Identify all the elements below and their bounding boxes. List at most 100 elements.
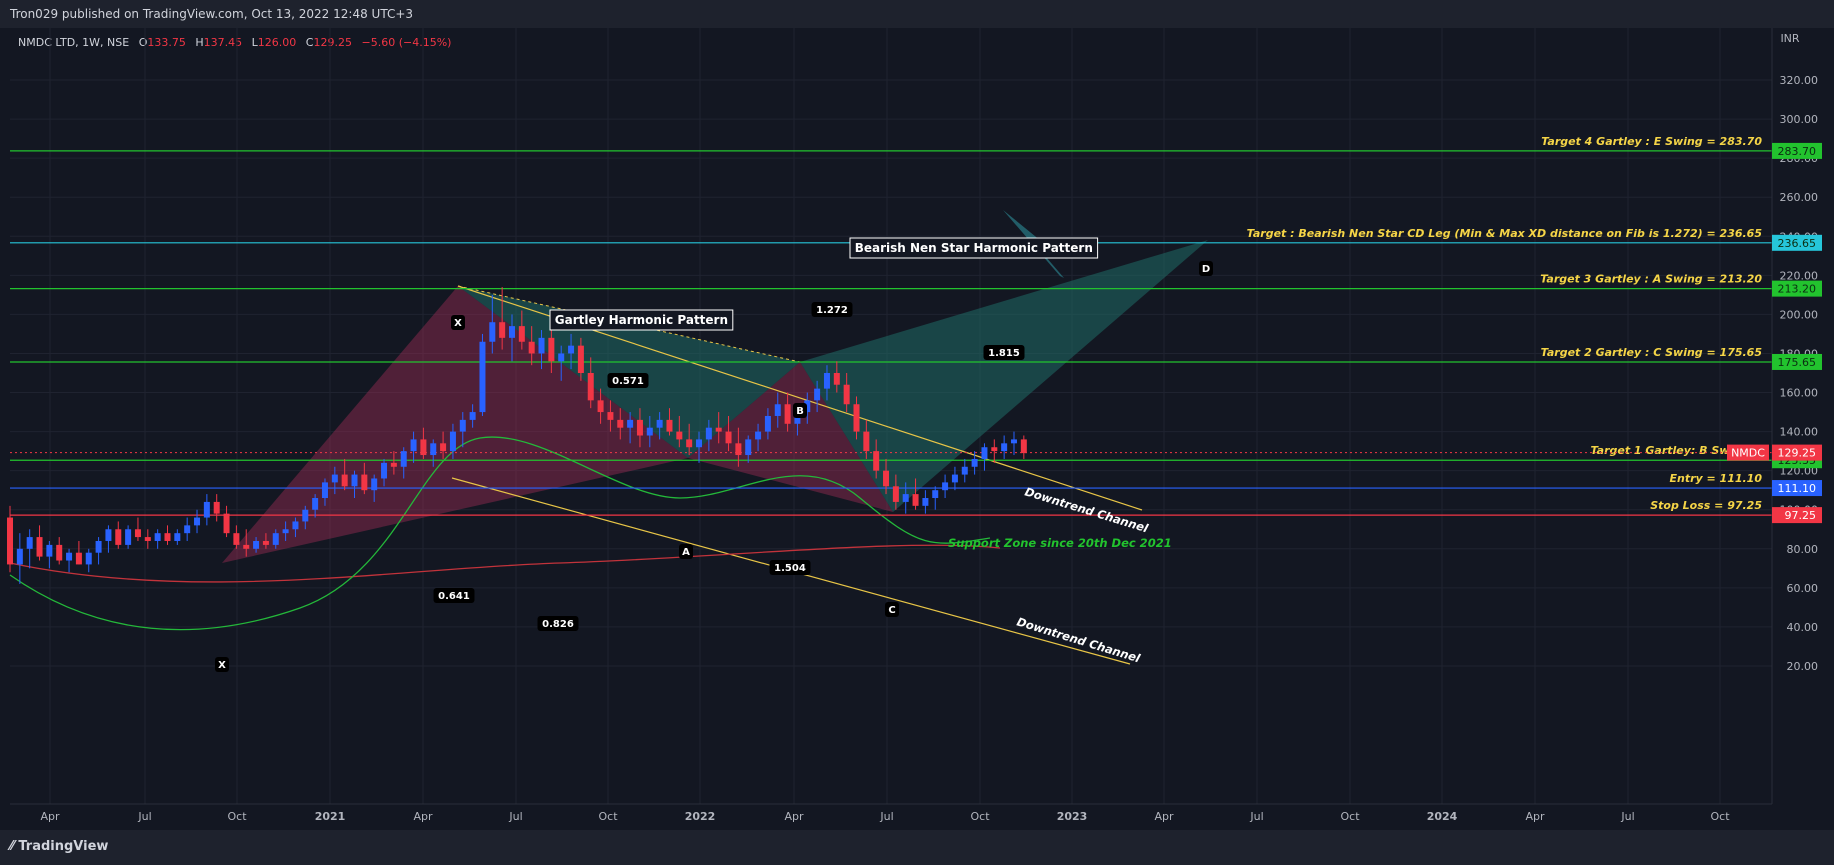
x-tick-label: Jul — [137, 810, 151, 823]
candle-body — [430, 443, 437, 456]
candle-body — [853, 404, 860, 432]
price-axis: 320.00300.00280.00260.00240.00220.00200.… — [1771, 28, 1834, 830]
candle-body — [902, 494, 909, 502]
fib-ratio-label: 1.272 — [816, 305, 848, 316]
level-label: Entry = 111.10 — [1669, 472, 1762, 485]
candle-body — [184, 525, 191, 534]
candle-body — [371, 478, 378, 491]
candle-body — [922, 498, 929, 506]
y-tick-label: 80.00 — [1787, 543, 1819, 556]
candle-body — [469, 412, 476, 420]
x-tick-label: Jul — [1620, 810, 1634, 823]
candle-body — [646, 427, 653, 436]
harmonic-patterns — [9, 210, 1208, 665]
x-tick-label: 2023 — [1057, 810, 1088, 823]
level-label: Stop Loss = 97.25 — [1650, 499, 1762, 512]
y-tick-label: 300.00 — [1780, 113, 1819, 126]
y-tick-label: 20.00 — [1787, 660, 1819, 673]
candle-body — [125, 529, 132, 545]
candle-body — [272, 533, 279, 545]
candle-body — [341, 474, 348, 487]
sma-red-line — [9, 544, 1001, 583]
candle-body — [735, 443, 742, 456]
candle-body — [686, 439, 693, 448]
candle-body — [351, 474, 358, 487]
candle-body — [814, 388, 821, 401]
candle-body — [489, 322, 496, 342]
published-header: Tron029 published on TradingView.com, Oc… — [0, 0, 1834, 28]
candle-body — [833, 373, 840, 385]
candle-body — [991, 447, 998, 452]
candle-body — [174, 533, 181, 541]
candle-body — [154, 533, 161, 541]
x-tick-label: 2022 — [685, 810, 716, 823]
candle-body — [105, 529, 112, 541]
candle-body — [538, 337, 545, 354]
candle-body — [85, 552, 92, 565]
candle-body — [331, 474, 338, 483]
published-text: Tron029 published on TradingView.com, Oc… — [10, 7, 414, 21]
candle-body — [932, 490, 939, 499]
y-tick-label: 40.00 — [1787, 621, 1819, 634]
candle-body — [636, 419, 643, 436]
tv-logo-icon: ⁄⁄ — [10, 839, 15, 854]
price-chart[interactable]: Target 4 Gartley : E Swing = 283.70 Targe… — [0, 28, 1834, 830]
candle-body — [223, 513, 230, 534]
candle-body — [144, 537, 151, 541]
candle-body — [823, 373, 830, 389]
candle-body — [36, 537, 43, 557]
candle-body — [253, 540, 260, 549]
candle-body — [95, 540, 102, 553]
candle-body — [705, 427, 712, 440]
candle-body — [883, 470, 890, 487]
candle-body — [381, 462, 388, 479]
y-tick-label: 220.00 — [1780, 269, 1819, 282]
pattern-point-label: C — [888, 605, 895, 616]
price-tag-label: 213.20 — [1778, 283, 1817, 296]
level-label: Target 2 Gartley : C Swing = 175.65 — [1541, 346, 1763, 359]
candle-body — [26, 537, 33, 549]
candle-body — [784, 404, 791, 424]
currency-label: INR — [1780, 32, 1799, 45]
brand-text: TradingView — [18, 839, 109, 854]
candle-body — [666, 419, 673, 432]
candle-body — [321, 482, 328, 499]
candle-body — [597, 400, 604, 413]
candle-body — [194, 517, 201, 526]
candle-body — [656, 419, 663, 428]
candle-body — [292, 521, 299, 530]
candle-body — [262, 540, 269, 545]
candle-body — [302, 509, 309, 522]
x-tick-label: Jul — [1249, 810, 1263, 823]
candle-body — [568, 345, 575, 354]
candle-body — [75, 552, 82, 565]
candle-body — [764, 415, 771, 432]
y-tick-label: 200.00 — [1780, 308, 1819, 321]
fib-ratio-label: 0.641 — [438, 591, 470, 602]
candle-body — [971, 458, 978, 467]
x-tick-label: Apr — [1154, 810, 1174, 823]
candle-body — [696, 439, 703, 448]
level-label: Target 4 Gartley : E Swing = 283.70 — [1541, 135, 1762, 148]
x-tick-label: Oct — [598, 810, 618, 823]
x-tick-label: Oct — [227, 810, 247, 823]
tradingview-logo[interactable]: ⁄⁄ TradingView — [10, 839, 108, 854]
candle-body — [16, 548, 23, 565]
last-price-label: 129.25 — [1778, 447, 1817, 460]
candle-body — [951, 474, 958, 483]
x-tick-label: Apr — [40, 810, 60, 823]
x-tick-label: Oct — [1710, 810, 1730, 823]
candle-body — [390, 462, 397, 467]
pattern-point-label: B — [796, 406, 804, 417]
candle-body — [449, 431, 456, 452]
candle-body — [1001, 443, 1008, 452]
level-label: Target 3 Gartley : A Swing = 213.20 — [1540, 273, 1762, 286]
x-tick-label: Jul — [879, 810, 893, 823]
y-tick-label: 260.00 — [1780, 191, 1819, 204]
pattern-point-label: X — [218, 660, 226, 671]
candle-body — [873, 451, 880, 471]
candle-body — [558, 353, 565, 362]
candle-body — [420, 439, 427, 456]
candle-body — [508, 326, 515, 338]
candle-body — [213, 501, 220, 514]
